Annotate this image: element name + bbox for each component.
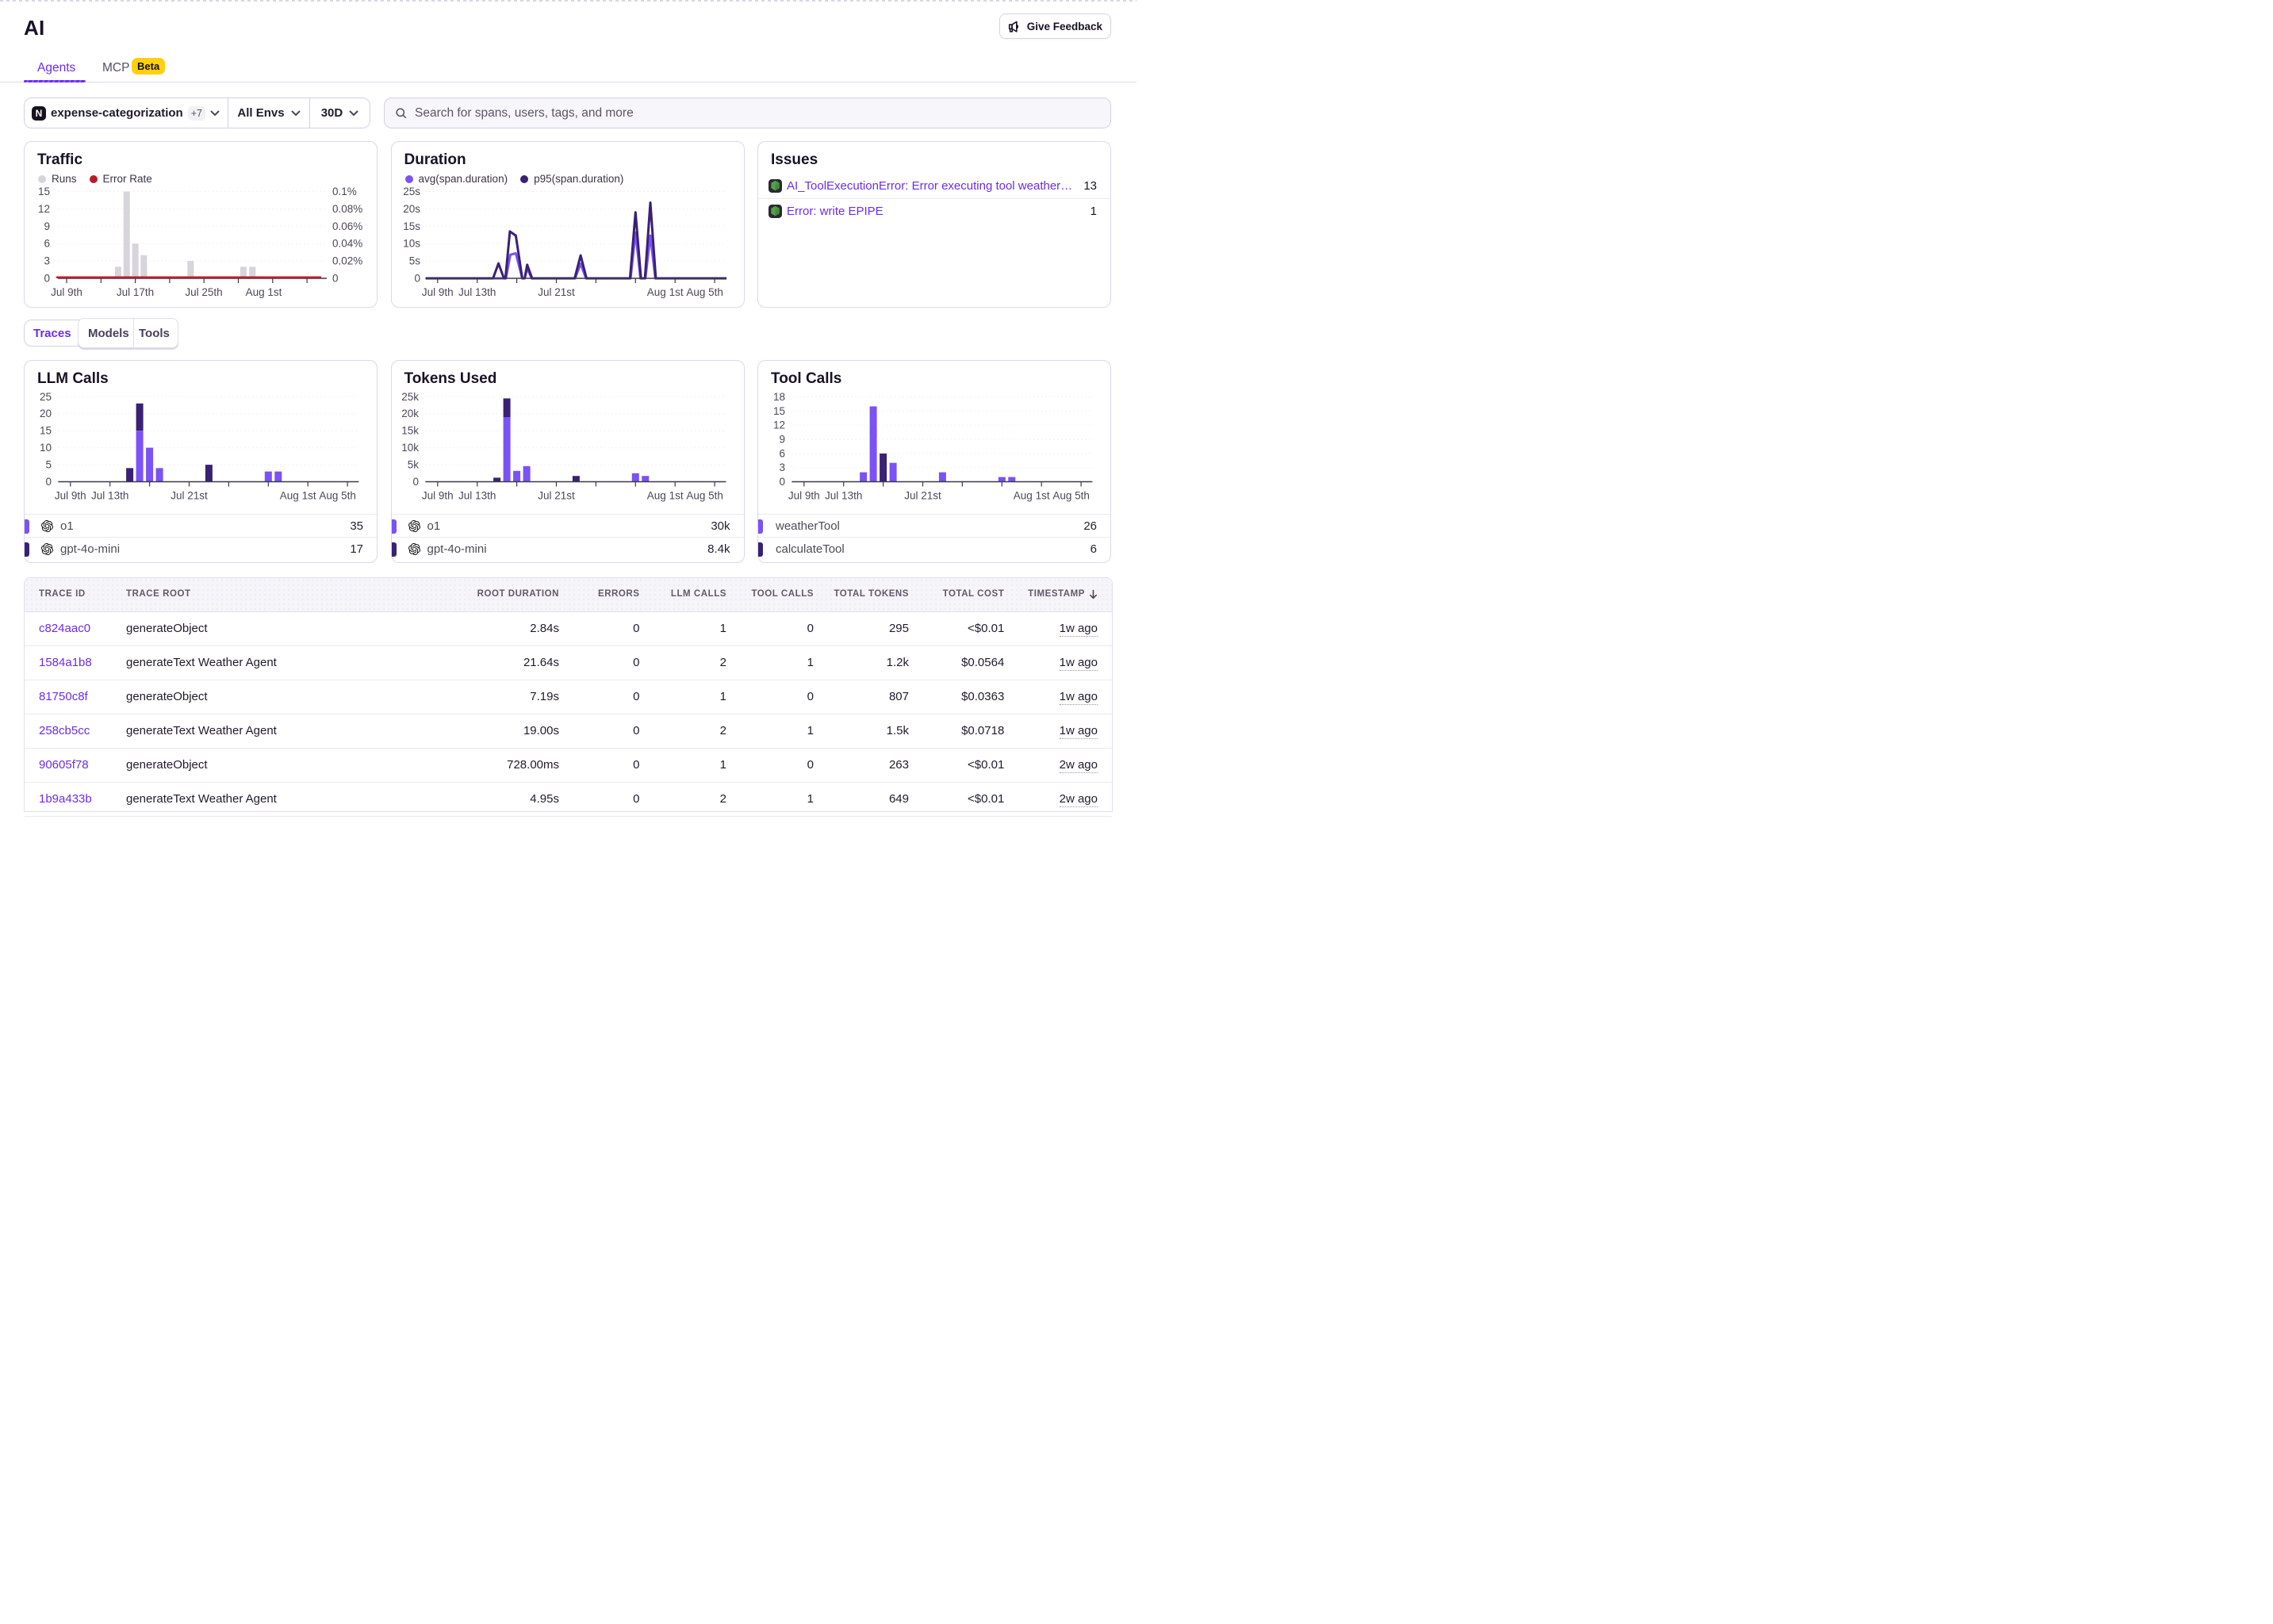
svg-text:15k: 15k: [401, 424, 419, 436]
svg-text:0: 0: [332, 273, 339, 285]
svg-text:25s: 25s: [403, 186, 420, 197]
svg-text:Aug 1st: Aug 1st: [646, 286, 683, 298]
svg-text:3: 3: [779, 462, 785, 473]
svg-text:Aug 5th: Aug 5th: [686, 286, 723, 298]
svg-text:5k: 5k: [407, 458, 419, 470]
svg-text:Jul 9th: Jul 9th: [788, 489, 820, 501]
svg-text:0: 0: [45, 476, 52, 488]
svg-text:10: 10: [40, 442, 52, 454]
svg-text:15: 15: [38, 186, 50, 197]
svg-text:0: 0: [412, 476, 419, 488]
svg-text:3: 3: [44, 255, 50, 267]
svg-text:20k: 20k: [401, 408, 419, 419]
svg-text:0.1%: 0.1%: [332, 186, 357, 197]
svg-text:20s: 20s: [403, 203, 420, 215]
svg-text:20: 20: [40, 408, 52, 419]
svg-text:9: 9: [779, 433, 785, 445]
svg-text:25k: 25k: [401, 390, 419, 402]
svg-text:0: 0: [44, 273, 50, 285]
svg-text:6: 6: [44, 238, 50, 250]
svg-text:Aug 1st: Aug 1st: [246, 286, 282, 298]
svg-text:Jul 21st: Jul 21st: [171, 489, 208, 501]
svg-text:18: 18: [773, 391, 785, 403]
svg-text:Jul 9th: Jul 9th: [421, 489, 453, 501]
svg-text:Jul 13th: Jul 13th: [825, 489, 862, 501]
svg-text:Aug 1st: Aug 1st: [280, 489, 316, 501]
svg-text:Jul 25th: Jul 25th: [185, 286, 222, 298]
svg-text:0.06%: 0.06%: [332, 220, 362, 232]
svg-text:Jul 9th: Jul 9th: [51, 286, 82, 298]
svg-text:0: 0: [414, 273, 420, 285]
svg-text:9: 9: [44, 220, 50, 232]
svg-text:Aug 1st: Aug 1st: [646, 489, 683, 501]
svg-text:12: 12: [773, 419, 785, 431]
svg-text:6: 6: [779, 447, 785, 459]
svg-text:Aug 5th: Aug 5th: [319, 489, 356, 501]
svg-text:Aug 5th: Aug 5th: [1052, 489, 1090, 501]
svg-text:25: 25: [40, 390, 52, 402]
svg-text:15: 15: [773, 404, 785, 416]
svg-text:Aug 5th: Aug 5th: [686, 489, 723, 501]
svg-text:10s: 10s: [403, 238, 420, 250]
svg-text:N: N: [36, 108, 43, 119]
svg-text:Jul 17th: Jul 17th: [117, 286, 154, 298]
svg-text:12: 12: [38, 203, 50, 215]
svg-text:Jul 9th: Jul 9th: [421, 286, 453, 298]
svg-text:0.08%: 0.08%: [332, 203, 362, 215]
svg-text:Jul 13th: Jul 13th: [458, 489, 496, 501]
svg-text:5: 5: [45, 458, 52, 470]
svg-text:15s: 15s: [403, 220, 420, 232]
svg-text:Jul 13th: Jul 13th: [91, 489, 128, 501]
svg-text:Jul 9th: Jul 9th: [55, 489, 86, 501]
svg-text:0.02%: 0.02%: [332, 255, 362, 267]
svg-text:Jul 21st: Jul 21st: [904, 489, 941, 501]
svg-text:Jul 21st: Jul 21st: [538, 286, 575, 298]
svg-text:Jul 13th: Jul 13th: [458, 286, 496, 298]
svg-text:0.04%: 0.04%: [332, 238, 362, 250]
svg-text:5s: 5s: [408, 255, 420, 267]
svg-text:Jul 21st: Jul 21st: [538, 489, 575, 501]
svg-text:Aug 1st: Aug 1st: [1014, 489, 1050, 501]
svg-text:15: 15: [40, 424, 52, 436]
svg-text:0: 0: [779, 476, 785, 488]
svg-text:10k: 10k: [401, 442, 419, 454]
